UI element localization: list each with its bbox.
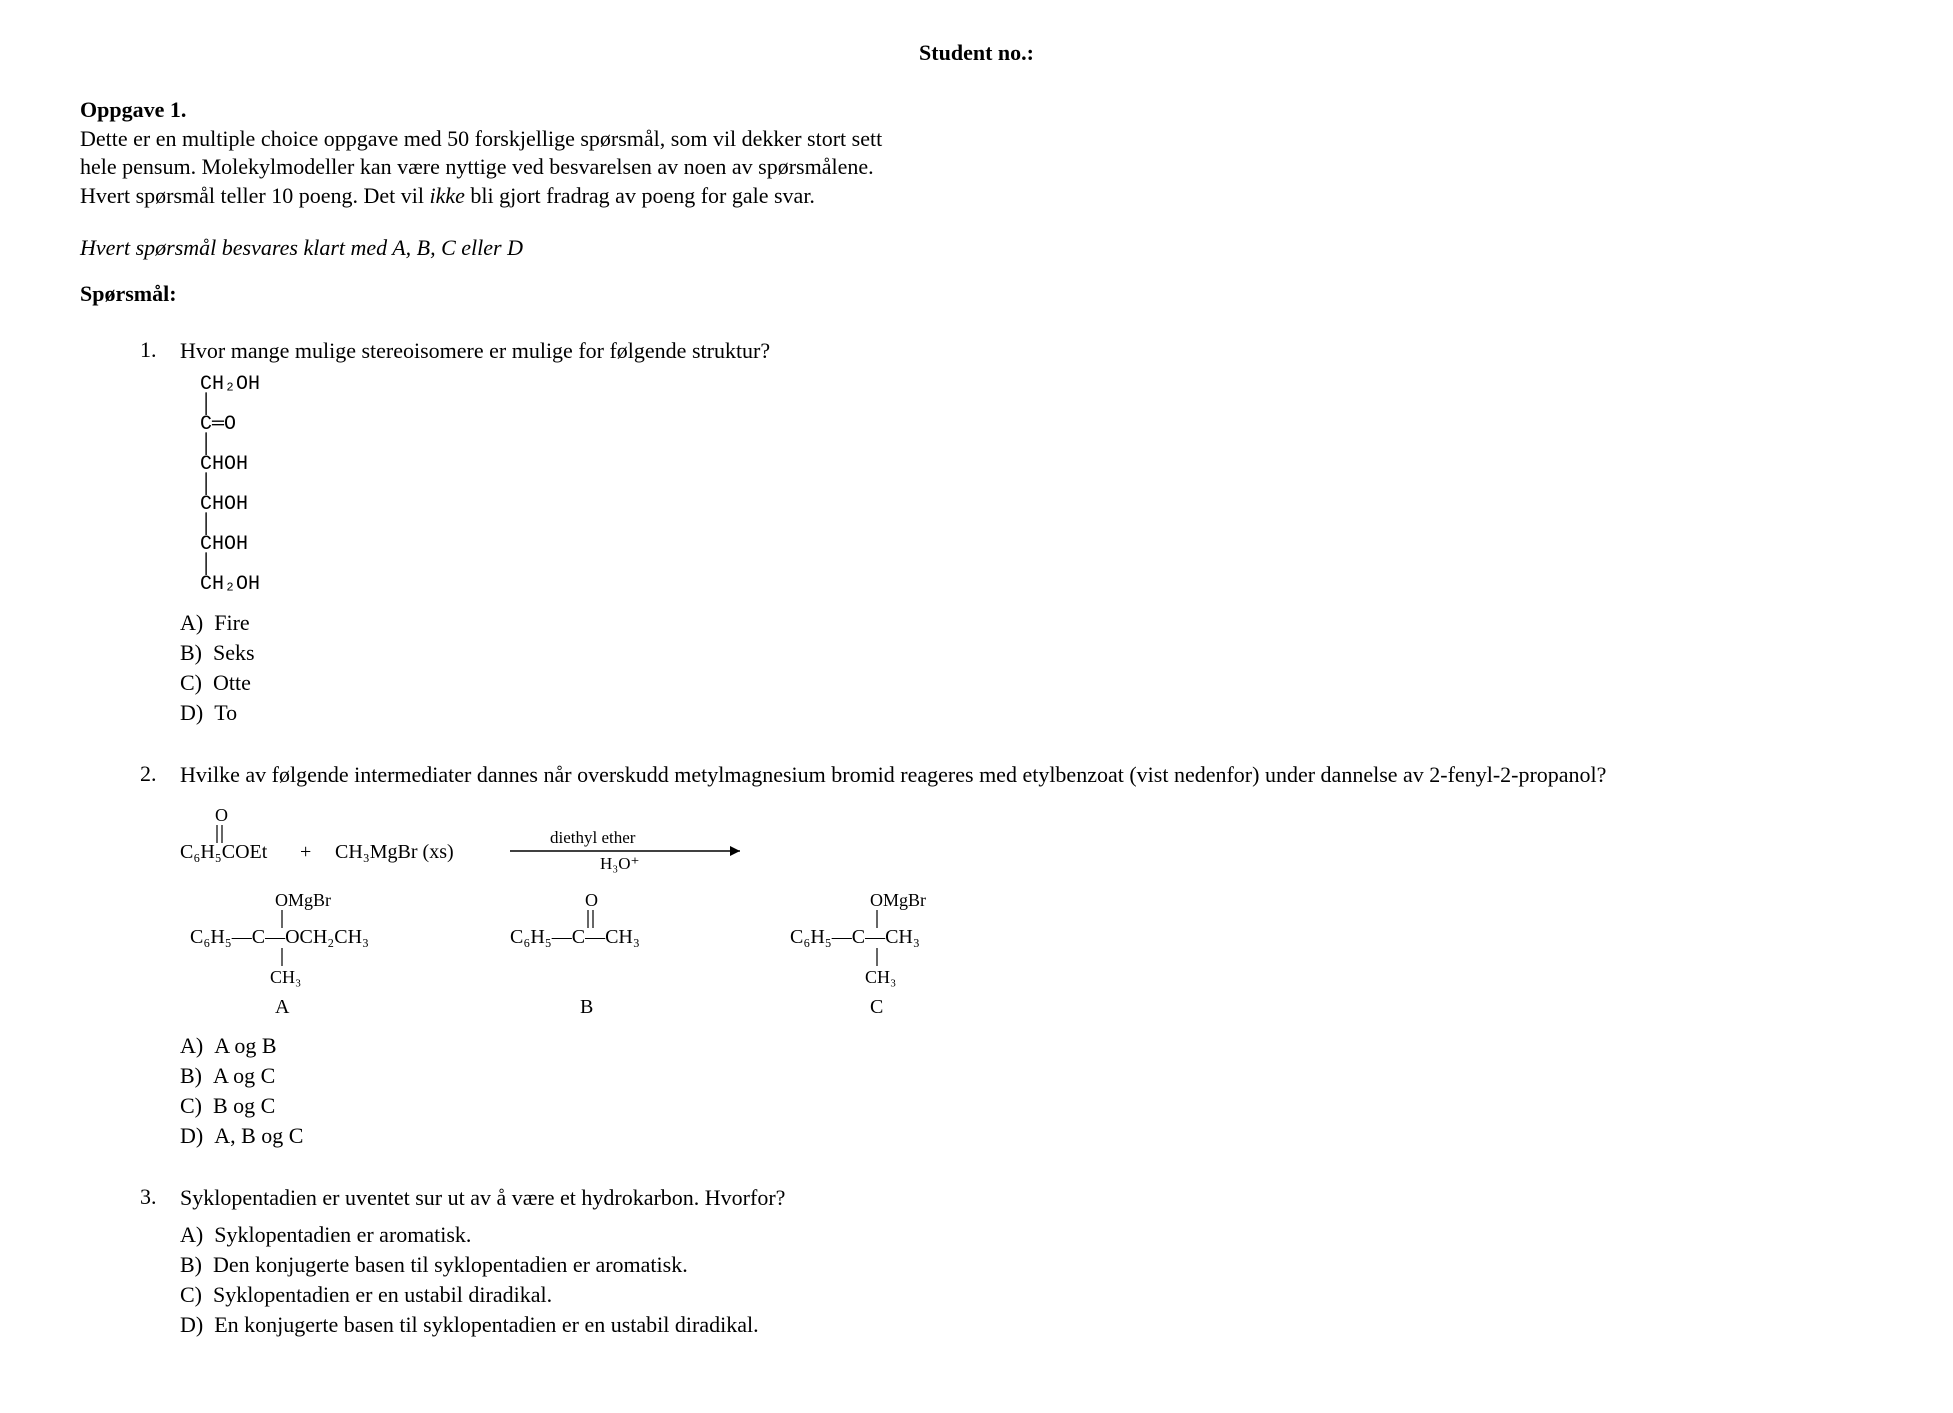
q1-options: A) Fire B) Seks C) Otte D) To [180, 610, 1873, 726]
q2-intermediates-diagram: OMgBr C₆H₅—C—OCH₂CH₃ CH₃ A O C₆H₅—C—CH₃ … [180, 888, 1873, 1018]
q3-opt-a-label: A) [180, 1222, 203, 1247]
q2-opt-d-label: D) [180, 1123, 203, 1148]
intro-line-2: hele pensum. Molekylmodeller kan være ny… [80, 154, 874, 179]
dbl-o: O [215, 805, 228, 825]
q3-text: Syklopentadien er uventet sur ut av å væ… [180, 1184, 1873, 1212]
intro-line-3a: Hvert spørsmål teller 10 poeng. Det vil [80, 183, 429, 208]
q1-opt-b-label: B) [180, 640, 202, 665]
instruction-line: Hvert spørsmål besvares klart med A, B, … [80, 235, 1873, 261]
q3-opt-a-text: Syklopentadien er aromatisk. [214, 1222, 471, 1247]
q2-opt-a-text: A og B [214, 1033, 276, 1058]
q1-opt-a-text: Fire [214, 610, 249, 635]
q3-options: A) Syklopentadien er aromatisk. B) Den k… [180, 1222, 1873, 1338]
question-3: 3. Syklopentadien er uventet sur ut av å… [80, 1184, 1873, 1338]
q2-opt-d-text: A, B og C [214, 1123, 303, 1148]
student-number-header: Student no.: [80, 40, 1873, 66]
q3-opt-d-text: En konjugerte basen til syklopentadien e… [214, 1312, 758, 1337]
q3-opt-b-label: B) [180, 1252, 202, 1277]
q2-opt-a-label: A) [180, 1033, 203, 1058]
reagent: CH₃MgBr (xs) [335, 841, 454, 863]
q2-opt-c-label: C) [180, 1093, 202, 1118]
q2-opt-b-label: B) [180, 1063, 202, 1088]
plus-sign: + [300, 841, 311, 863]
question-2: 2. Hvilke av følgende intermediater dann… [80, 761, 1873, 1150]
q2-text: Hvilke av følgende intermediater dannes … [180, 761, 1873, 789]
arrow-bottom-text: H₃O⁺ [600, 854, 639, 873]
a-bot: CH₃ [270, 967, 301, 987]
q1-text: Hvor mange mulige stereoisomere er mulig… [180, 337, 1873, 365]
section-title: Spørsmål: [80, 281, 1873, 307]
q3-opt-b-text: Den konjugerte basen til syklopentadien … [213, 1252, 688, 1277]
q3-opt-c-label: C) [180, 1282, 202, 1307]
intro-line-1: Dette er en multiple choice oppgave med … [80, 126, 882, 151]
q1-opt-d-label: D) [180, 700, 203, 725]
q3-number: 3. [140, 1184, 180, 1210]
q1-opt-a-label: A) [180, 610, 203, 635]
q1-structure: CH₂OH │ C═O │ CHOH │ CHOH │ CHOH │ CH₂OH [200, 375, 1873, 595]
b-label: B [580, 996, 593, 1018]
q1-opt-d-text: To [214, 700, 237, 725]
c-top: OMgBr [870, 890, 926, 910]
reactant-left: C₆H₅COEt [180, 841, 268, 863]
q1-opt-c-label: C) [180, 670, 202, 695]
q3-opt-c-text: Syklopentadien er en ustabil diradikal. [213, 1282, 552, 1307]
q2-opt-c-text: B og C [213, 1093, 275, 1118]
b-row: C₆H₅—C—CH₃ [510, 926, 640, 948]
q1-number: 1. [140, 337, 180, 363]
task-title: Oppgave 1. [80, 97, 186, 122]
q1-struct-l11: CH₂OH [200, 573, 260, 596]
a-top: OMgBr [275, 890, 331, 910]
a-row: C₆H₅—C—OCH₂CH₃ [190, 926, 369, 948]
q2-reaction-diagram: O C₆H₅COEt + CH₃MgBr (xs) diethyl ether … [180, 803, 1873, 873]
student-no-label: Student no.: [919, 40, 1034, 65]
b-o: O [585, 890, 598, 910]
c-bot: CH₃ [865, 967, 896, 987]
instruction-text: Hvert spørsmål besvares klart med A, B, … [80, 235, 523, 260]
c-label: C [870, 996, 883, 1018]
q1-opt-b-text: Seks [213, 640, 255, 665]
q2-options: A) A og B B) A og C C) B og C D) A, B og… [180, 1033, 1873, 1149]
arrow-top-text: diethyl ether [550, 828, 636, 847]
task-intro-block: Oppgave 1. Dette er en multiple choice o… [80, 96, 1873, 210]
q2-number: 2. [140, 761, 180, 787]
a-label: A [275, 996, 290, 1018]
c-row: C₆H₅—C—CH₃ [790, 926, 920, 948]
question-1: 1. Hvor mange mulige stereoisomere er mu… [80, 337, 1873, 726]
intro-line-3b: bli gjort fradrag av poeng for gale svar… [465, 183, 815, 208]
q2-opt-b-text: A og C [213, 1063, 275, 1088]
q3-opt-d-label: D) [180, 1312, 203, 1337]
q1-opt-c-text: Otte [213, 670, 251, 695]
intro-line-3-italic: ikke [429, 183, 464, 208]
section-title-text: Spørsmål: [80, 281, 177, 306]
